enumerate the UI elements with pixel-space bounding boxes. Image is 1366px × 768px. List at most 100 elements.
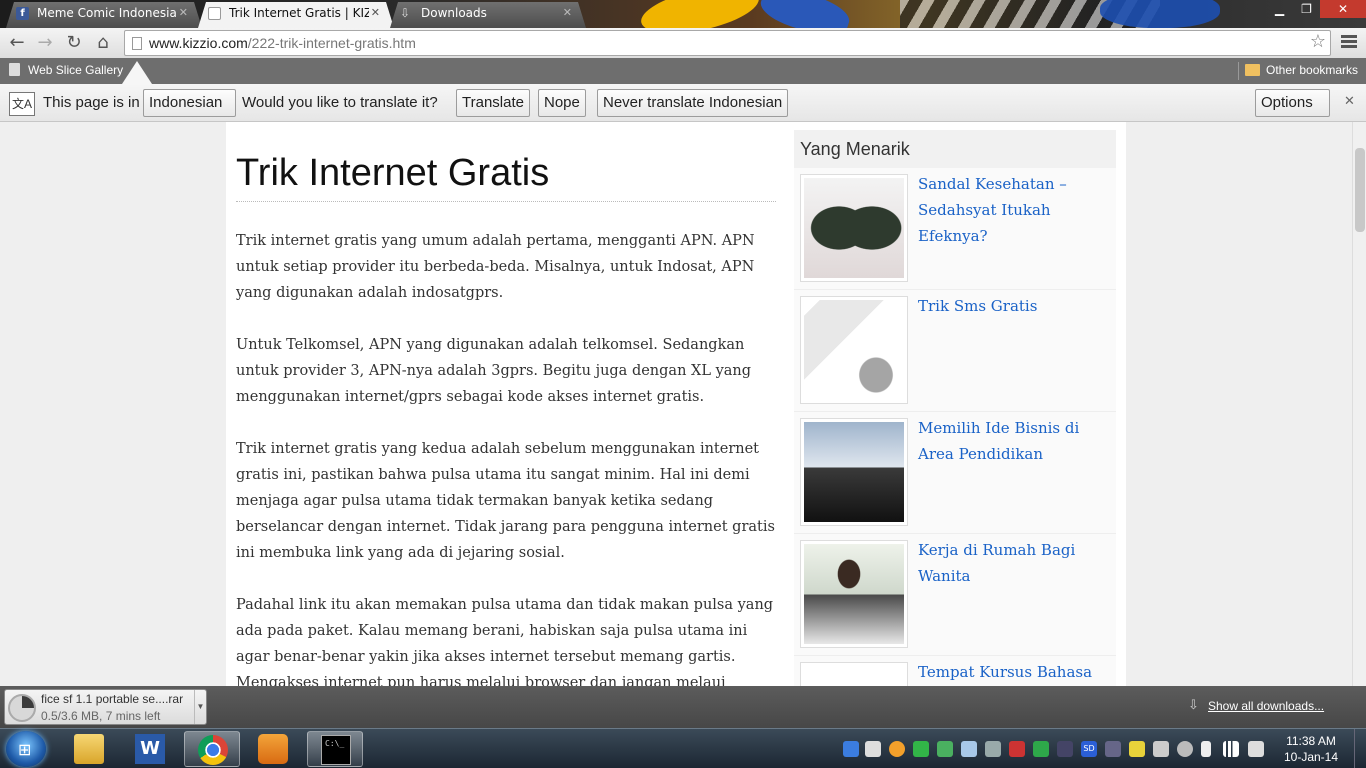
article-paragraph: Trik internet gratis yang kedua adalah s… (236, 441, 775, 561)
media-player-icon (258, 734, 288, 764)
content-area: Trik Internet Gratis Trik internet grati… (226, 122, 1126, 686)
back-arrow-icon[interactable]: ← (6, 32, 28, 54)
windows-logo-icon: ⊞ (18, 740, 32, 759)
article: Trik Internet Gratis Trik internet grati… (236, 122, 776, 686)
download-filename: fice sf 1.1 portable se....rar (41, 692, 184, 706)
url-text: www.kizzio.com/222-trik-internet-gratis.… (149, 35, 416, 51)
network-app-icon[interactable] (843, 741, 859, 757)
clock[interactable]: 11:38 AM 10-Jan-14 (1280, 733, 1342, 765)
related-link[interactable]: Tempat Kursus Bahasa (918, 659, 1108, 685)
close-icon[interactable]: ✕ (179, 2, 188, 24)
sms-image[interactable] (800, 296, 908, 404)
tray-app-icon[interactable] (1177, 741, 1193, 757)
download-arrow-icon: ⇩ (1188, 697, 1199, 712)
nope-button[interactable]: Nope (538, 89, 586, 117)
action-center-flag-icon[interactable] (1153, 741, 1169, 757)
download-shelf: fice sf 1.1 portable se....rar 0.5/3.6 M… (0, 686, 1366, 728)
tray-app-icon[interactable] (985, 741, 1001, 757)
tab-strip: f Meme Comic Indonesia ✕ Trik Internet G… (0, 0, 1366, 28)
taskbar: ⊞ W C:\_ SD 11:38 AM 10-Jan-14 (0, 728, 1366, 768)
cmd-icon: C:\_ (321, 735, 351, 765)
translate-infobar: 文A This page is in Indonesian ▼ Would yo… (0, 84, 1366, 135)
sd-icon[interactable]: SD (1081, 741, 1097, 757)
work-at-home-image[interactable] (800, 540, 908, 648)
folder-icon (74, 734, 104, 764)
scrollbar-thumb[interactable] (1355, 148, 1365, 232)
start-button[interactable]: ⊞ (6, 731, 46, 767)
tray-app-icon[interactable] (889, 741, 905, 757)
web-slice-icon (9, 63, 20, 76)
bookmark-star-icon[interactable]: ☆ (1310, 31, 1326, 52)
download-item[interactable]: fice sf 1.1 portable se....rar 0.5/3.6 M… (4, 689, 207, 725)
address-bar[interactable]: www.kizzio.com/222-trik-internet-gratis.… (124, 30, 1331, 56)
related-item[interactable]: Tempat Kursus Bahasa (794, 656, 1116, 686)
bookmark-other[interactable]: Other bookmarks (1266, 63, 1358, 77)
tab-label: Meme Comic Indonesia (37, 6, 177, 20)
home-icon[interactable]: ⌂ (92, 32, 114, 54)
show-all-downloads-link[interactable]: Show all downloads... (1208, 699, 1324, 713)
never-translate-button[interactable]: Never translate Indonesian (597, 89, 789, 117)
tray-app-icon[interactable] (1129, 741, 1145, 757)
rar-file-icon (8, 694, 36, 722)
tray-app-icon[interactable] (961, 741, 977, 757)
page-icon (132, 37, 142, 50)
close-window-button[interactable]: ✕ (1320, 0, 1366, 18)
taskbar-chrome[interactable] (184, 731, 240, 767)
course-image[interactable] (800, 662, 908, 686)
restore-button[interactable]: ❐ (1293, 0, 1320, 18)
related-item[interactable]: Memilih Ide Bisnis di Area Pendidikan (794, 412, 1116, 534)
related-link[interactable]: Trik Sms Gratis (918, 293, 1108, 319)
reload-icon[interactable]: ↻ (63, 32, 85, 54)
download-icon: ⇩ (400, 6, 411, 20)
forward-arrow-icon[interactable]: → (34, 32, 56, 54)
speaker-icon[interactable] (1248, 741, 1264, 757)
page-icon (208, 7, 221, 20)
taskbar-cmd[interactable]: C:\_ (307, 731, 363, 767)
options-button[interactable]: Options ▼ (1255, 89, 1330, 135)
facebook-icon: f (16, 7, 29, 20)
related-item[interactable]: Kerja di Rumah Bagi Wanita (794, 534, 1116, 656)
sandals-image[interactable] (800, 174, 908, 282)
tray-app-icon[interactable] (1057, 741, 1073, 757)
chevron-down-icon[interactable]: ▼ (194, 690, 206, 724)
bookmark-web-slice-gallery[interactable]: Web Slice Gallery (28, 63, 123, 77)
tab-label: Downloads (421, 6, 487, 20)
taskbar-media-player[interactable] (245, 731, 301, 767)
clock-time: 11:38 AM (1286, 734, 1336, 748)
tab-trik-internet[interactable]: Trik Internet Gratis | KIZZIO ✕ (198, 2, 394, 28)
close-icon[interactable]: ✕ (563, 2, 572, 24)
tray-app-icon[interactable] (937, 741, 953, 757)
flag-icon[interactable] (1033, 741, 1049, 757)
taskbar-word[interactable]: W (122, 731, 178, 767)
tab-meme-comic[interactable]: f Meme Comic Indonesia ✕ (6, 2, 202, 28)
close-icon[interactable]: ✕ (1344, 93, 1355, 109)
tray-arrow-icon[interactable] (865, 741, 881, 757)
language-select[interactable]: Indonesian ▼ (143, 89, 236, 135)
tab-downloads[interactable]: ⇩ Downloads ✕ (390, 2, 586, 28)
tray-app-icon[interactable] (1105, 741, 1121, 757)
related-item[interactable]: Sandal Kesehatan – Sedahsyat Itukah Efek… (794, 168, 1116, 290)
business-image[interactable] (800, 418, 908, 526)
translate-pointer (122, 61, 152, 84)
related-link[interactable]: Kerja di Rumah Bagi Wanita (918, 537, 1108, 589)
tab-label: Trik Internet Gratis | KIZZIO (229, 6, 369, 20)
bookmarks-bar: Web Slice Gallery Other bookmarks (0, 58, 1366, 84)
taskbar-explorer[interactable] (61, 731, 117, 767)
browser-toolbar: ← → ↻ ⌂ www.kizzio.com/222-trik-internet… (0, 28, 1366, 58)
translate-button[interactable]: Translate (456, 89, 530, 117)
translate-question: Would you like to translate it? (242, 94, 438, 111)
battery-icon[interactable] (1201, 741, 1211, 757)
related-item[interactable]: Trik Sms Gratis (794, 290, 1116, 412)
show-desktop-button[interactable] (1354, 729, 1366, 768)
chrome-icon (198, 735, 228, 765)
tray-app-icon[interactable] (913, 741, 929, 757)
volume-muted-icon[interactable] (1009, 741, 1025, 757)
menu-icon[interactable] (1338, 33, 1360, 53)
related-link[interactable]: Memilih Ide Bisnis di Area Pendidikan (918, 415, 1108, 467)
related-link[interactable]: Sandal Kesehatan – Sedahsyat Itukah Efek… (918, 171, 1108, 249)
page-scrollbar[interactable] (1352, 122, 1366, 686)
signal-icon[interactable] (1223, 741, 1239, 757)
close-icon[interactable]: ✕ (371, 2, 380, 24)
minimize-button[interactable]: ▁ (1266, 0, 1293, 18)
folder-icon (1245, 64, 1260, 76)
